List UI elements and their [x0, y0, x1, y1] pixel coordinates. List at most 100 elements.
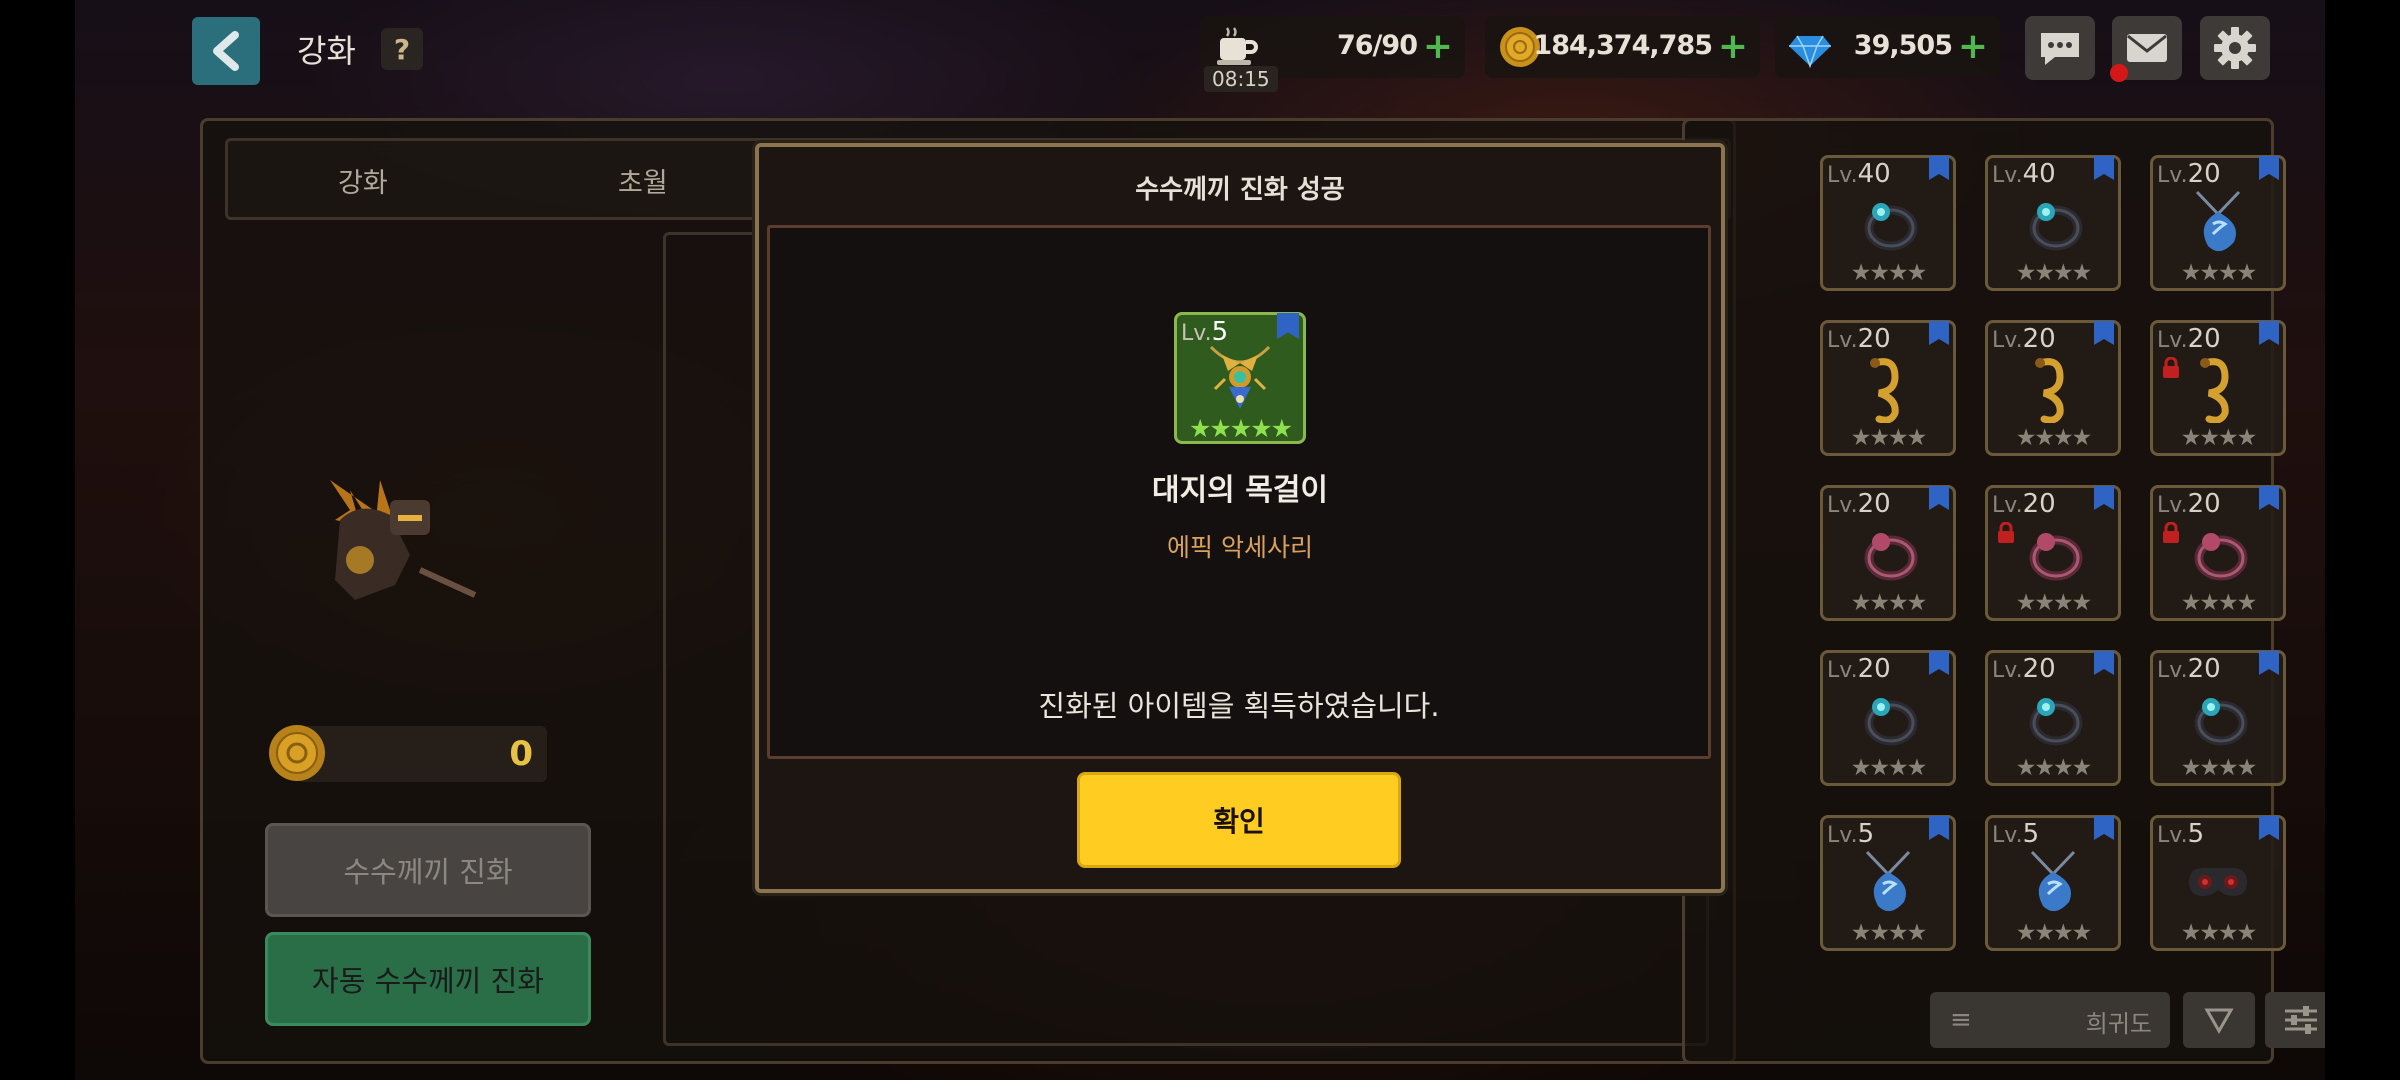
inventory-slot[interactable]: Lv.5 ★★★★ — [2150, 815, 2286, 951]
bookmark-icon — [1929, 486, 1949, 510]
menu-lines-icon: ≡ — [1950, 1005, 1972, 1035]
item-level: Lv.40 — [1992, 159, 2056, 189]
bookmark-icon — [1929, 156, 1949, 180]
earring-icon — [2035, 358, 2064, 423]
bookmark-icon — [2094, 816, 2114, 840]
bookmark-icon — [2259, 816, 2279, 840]
inventory-slot[interactable]: Lv.20 ★★★★ — [2150, 485, 2286, 621]
chevron-left-icon — [213, 31, 239, 71]
cost-display: 0 — [269, 725, 547, 782]
confirm-button[interactable]: 확인 — [1077, 772, 1401, 868]
goggles-icon — [2189, 868, 2247, 896]
auto-riddle-evolve-button[interactable]: 자동 수수께끼 진화 — [265, 932, 591, 1026]
ring-icon — [2029, 533, 2083, 581]
mail-button[interactable] — [2110, 16, 2182, 82]
gold-coin-icon — [269, 725, 325, 781]
inventory-slot[interactable]: Lv.20 ★★★★ — [2150, 650, 2286, 786]
item-level: Lv.20 — [1992, 324, 2056, 354]
gold-counter: 184,374,785 + — [1485, 16, 1760, 78]
necklace-icon — [2195, 190, 2241, 252]
inventory-slot[interactable]: Lv.5 ★★★★ — [1820, 815, 1956, 951]
item-level: Lv.5 — [1827, 819, 1875, 849]
inventory-slot[interactable]: Lv.20 ★★★★ — [2150, 320, 2286, 456]
tab-transcend[interactable]: 초월 — [618, 161, 668, 200]
item-level: Lv.20 — [2157, 159, 2221, 189]
ring-icon — [2029, 698, 2083, 746]
item-star-rating: ★★★★ — [1850, 260, 1927, 286]
item-star-rating: ★★★★ — [1850, 920, 1927, 946]
bookmark-icon — [2259, 486, 2279, 510]
notification-dot-icon — [2110, 64, 2128, 82]
sort-dropdown[interactable]: ≡ 희귀도 — [1930, 992, 2170, 1048]
item-star-rating: ★★★★ — [2015, 425, 2092, 451]
item-grade: 에픽 악세사리 — [1167, 533, 1313, 562]
item-level: Lv.20 — [1827, 489, 1891, 519]
item-star-rating: ★★★★ — [2180, 920, 2257, 946]
inventory-slot[interactable]: Lv.20 ★★★★ — [1985, 650, 2121, 786]
item-level: Lv.20 — [1827, 324, 1891, 354]
item-star-rating: ★★★★ — [2015, 920, 2092, 946]
bookmark-icon — [1929, 321, 1949, 345]
chat-button[interactable] — [2025, 16, 2095, 80]
inventory-slot[interactable]: Lv.5 ★★★★ — [1985, 815, 2121, 951]
item-level: Lv.5 — [1992, 819, 2040, 849]
envelope-icon — [2127, 34, 2167, 62]
inventory-slot[interactable]: Lv.20 ★★★★ — [1985, 485, 2121, 621]
gem-counter: 39,505 + — [1775, 16, 2000, 78]
bookmark-icon — [2259, 156, 2279, 180]
bookmark-icon — [2094, 486, 2114, 510]
lock-icon — [1998, 522, 2014, 543]
item-star-rating: ★★★★ — [2180, 260, 2257, 286]
add-gems-button[interactable]: + — [1958, 26, 1988, 67]
dialog-message: 진화된 아이템을 획득하였습니다. — [1038, 689, 1440, 723]
bookmark-icon — [2259, 321, 2279, 345]
item-level: Lv.20 — [1992, 654, 2056, 684]
settings-button[interactable] — [2200, 16, 2270, 80]
inventory-slot[interactable]: Lv.40 ★★★★ — [1985, 155, 2121, 291]
item-level: Lv.20 — [1827, 654, 1891, 684]
help-button[interactable]: ? — [381, 28, 423, 70]
dialog-title: 수수께끼 진화 성공 — [1135, 175, 1345, 205]
earth-necklace-icon — [1209, 345, 1271, 409]
sort-label: 희귀도 — [2085, 1010, 2152, 1038]
inventory-slot[interactable]: Lv.20 ★★★★ — [1820, 320, 1956, 456]
item-star-rating: ★★★★ — [1850, 425, 1927, 451]
tab-enhance[interactable]: 강화 — [338, 161, 388, 200]
sort-order-button[interactable] — [2183, 992, 2255, 1048]
item-name: 대지의 목걸이 — [1151, 473, 1329, 508]
reward-item-slot[interactable]: Lv.5 ★★★★★ — [1174, 312, 1306, 444]
bookmark-icon — [1929, 651, 1949, 675]
riddle-evolve-button[interactable]: 수수께끼 진화 — [265, 823, 591, 917]
item-level: Lv.5 — [2157, 819, 2205, 849]
inventory-slot[interactable]: Lv.20 ★★★★ — [2150, 155, 2286, 291]
inventory-slot[interactable]: Lv.20 ★★★★ — [1820, 485, 1956, 621]
item-star-rating: ★★★★★ — [1188, 414, 1293, 443]
evolve-success-dialog: 수수께끼 진화 성공 진화된 아이템을 획득하였습니다. Lv.5 ★★★★★ … — [755, 143, 1725, 893]
hero-character-sprite — [330, 480, 477, 600]
item-star-rating: ★★★★ — [1850, 755, 1927, 781]
filter-button[interactable] — [2265, 992, 2325, 1048]
item-star-rating: ★★★★ — [2015, 590, 2092, 616]
bookmark-icon — [2259, 651, 2279, 675]
stamina-counter: 76/90 + 08:15 — [1200, 16, 1465, 92]
earring-icon — [2200, 358, 2229, 423]
diamond-icon — [1789, 35, 1831, 69]
inventory-slot[interactable]: Lv.20 ★★★★ — [1820, 650, 1956, 786]
stamina-timer: 08:15 — [1204, 66, 1278, 92]
gold-value: 184,374,785 — [1533, 30, 1713, 61]
add-stamina-button[interactable]: + — [1423, 26, 1453, 67]
inventory-slot[interactable]: Lv.20 ★★★★ — [1985, 320, 2121, 456]
bookmark-icon — [2094, 651, 2114, 675]
item-level: Lv.40 — [1827, 159, 1891, 189]
inventory-slot[interactable]: Lv.40 ★★★★ — [1820, 155, 1956, 291]
item-star-rating: ★★★★ — [2180, 425, 2257, 451]
bookmark-icon — [2094, 321, 2114, 345]
item-star-rating: ★★★★ — [2015, 260, 2092, 286]
item-level: Lv.20 — [2157, 489, 2221, 519]
lock-icon — [2163, 357, 2179, 378]
item-star-rating: ★★★★ — [2015, 755, 2092, 781]
add-gold-button[interactable]: + — [1718, 26, 1748, 67]
back-button[interactable] — [192, 17, 260, 85]
ring-icon — [2194, 698, 2248, 746]
cost-value: 0 — [509, 734, 533, 774]
